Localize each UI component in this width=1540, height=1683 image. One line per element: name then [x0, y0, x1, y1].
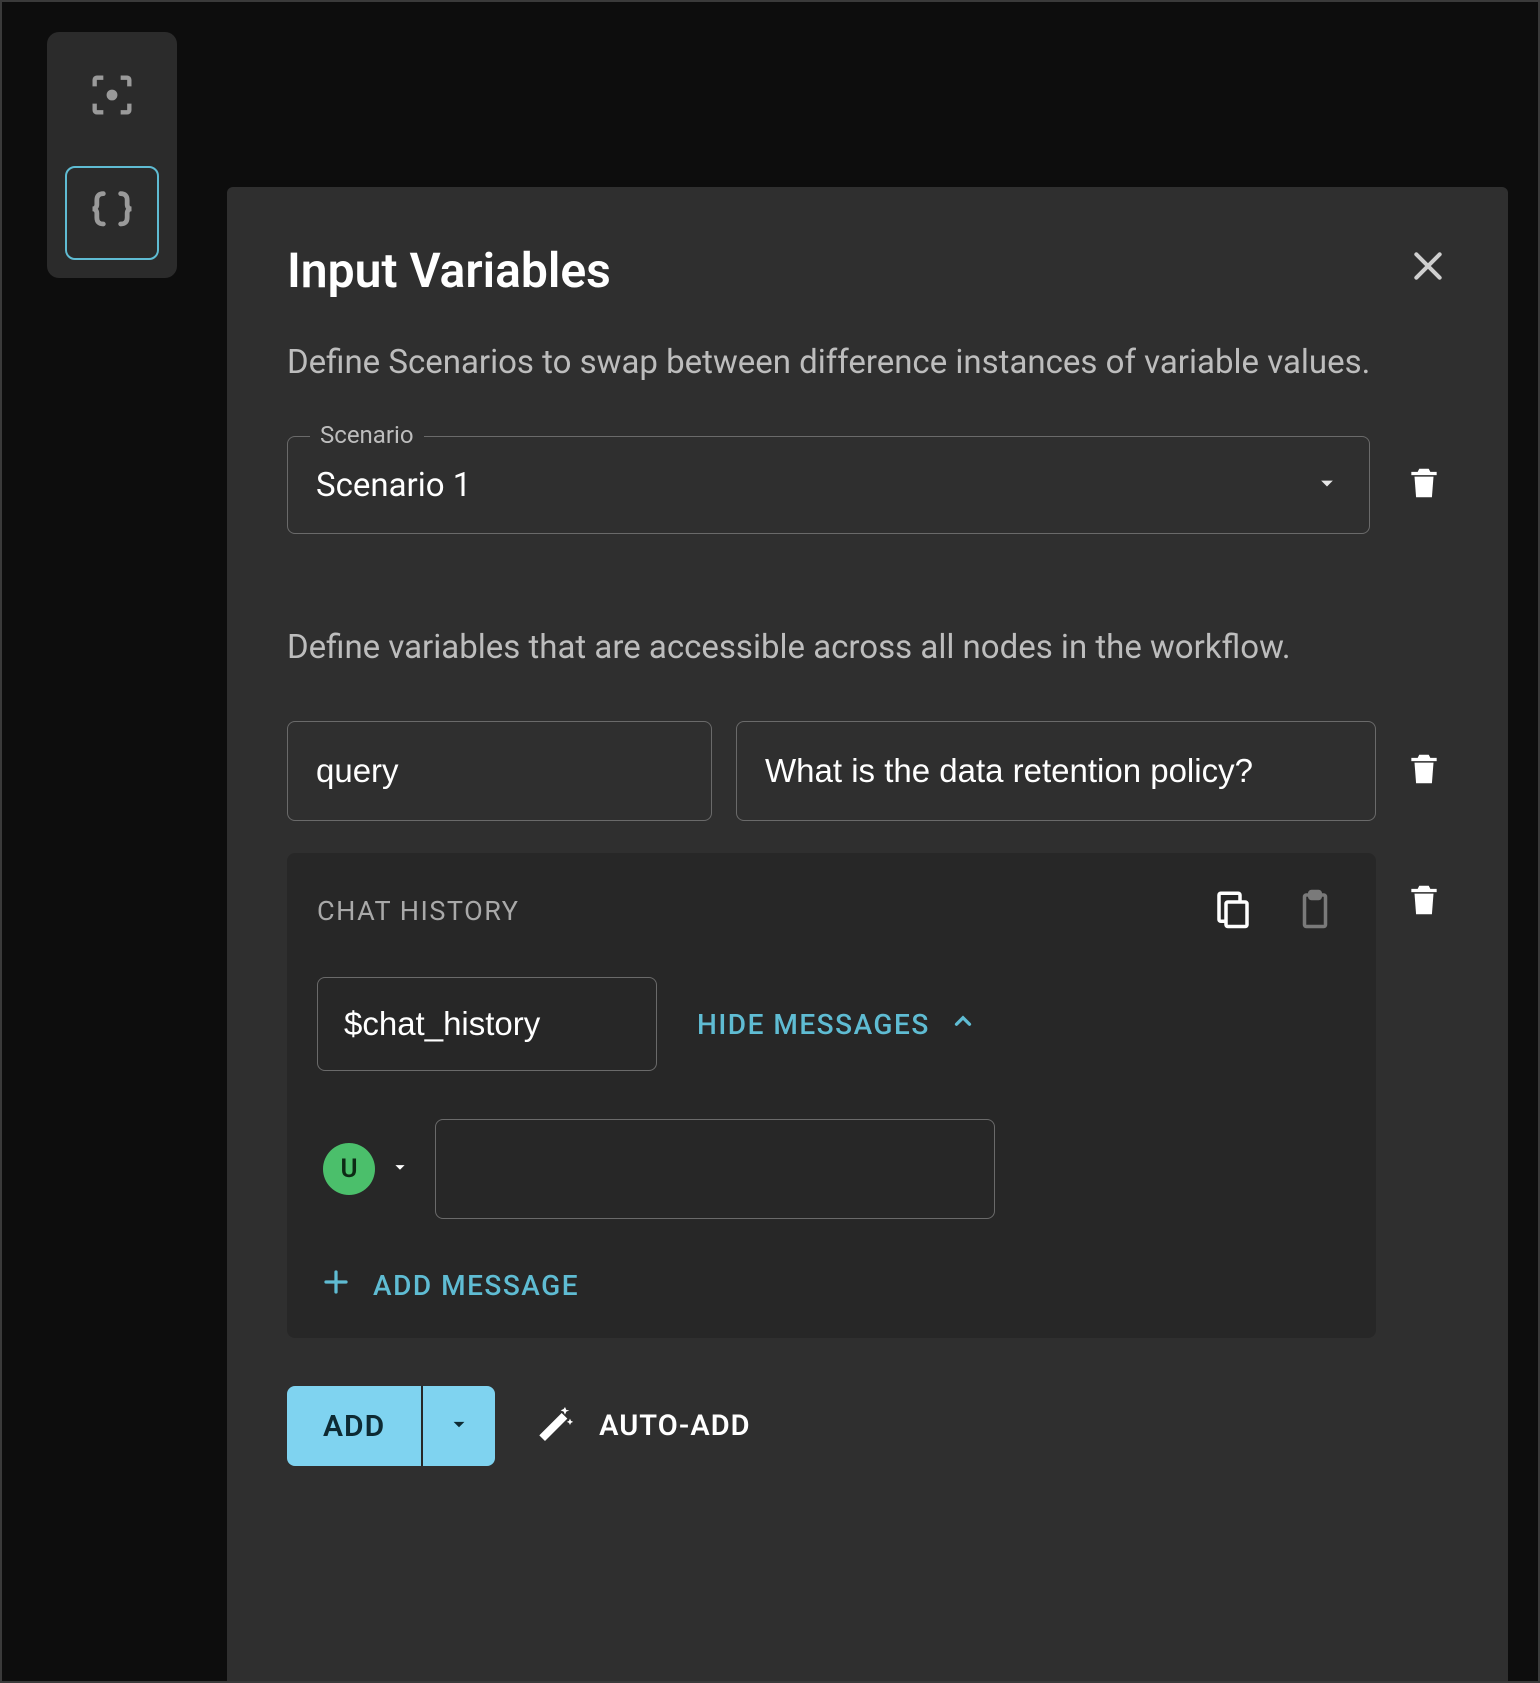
close-button[interactable] — [1408, 246, 1448, 290]
delete-chat-variable-button[interactable] — [1400, 879, 1448, 925]
chevron-down-icon — [389, 1156, 411, 1182]
add-dropdown-button[interactable] — [423, 1386, 495, 1466]
chat-variable-row: HIDE MESSAGES — [317, 977, 1346, 1071]
scenario-row: Scenario Scenario 1 — [287, 436, 1448, 534]
variables-tool-button[interactable] — [65, 166, 159, 260]
scenario-select[interactable]: Scenario Scenario 1 — [287, 436, 1370, 534]
message-row: U — [317, 1119, 1346, 1219]
side-toolbar — [47, 32, 177, 278]
role-selector[interactable]: U — [323, 1143, 411, 1195]
role-avatar: U — [323, 1143, 375, 1195]
trash-icon — [1405, 462, 1443, 508]
variable-name-input[interactable] — [287, 721, 712, 821]
braces-icon — [86, 185, 138, 241]
magic-wand-icon — [535, 1402, 575, 1450]
chevron-up-icon — [950, 1008, 976, 1041]
chat-variable-input[interactable] — [317, 977, 657, 1071]
chevron-down-icon — [1313, 469, 1341, 501]
panel-title: Input Variables — [287, 242, 611, 299]
focus-tool-button[interactable] — [65, 50, 159, 144]
add-button-label: ADD — [323, 1409, 385, 1444]
chat-history-row: CHAT HISTORY — [287, 853, 1448, 1338]
auto-add-label: AUTO-ADD — [599, 1409, 750, 1443]
hide-messages-label: HIDE MESSAGES — [697, 1008, 930, 1041]
input-variables-panel: Input Variables Define Scenarios to swap… — [227, 187, 1508, 1681]
chevron-down-icon — [446, 1411, 472, 1441]
chat-history-actions — [1212, 885, 1336, 937]
close-icon — [1408, 271, 1448, 290]
variable-row — [287, 721, 1448, 821]
footer-row: ADD AUTO-ADD — [287, 1386, 1448, 1466]
copy-button[interactable] — [1212, 885, 1254, 937]
app-frame: Input Variables Define Scenarios to swap… — [0, 0, 1540, 1683]
trash-icon — [1405, 879, 1443, 925]
clipboard-icon — [1294, 918, 1336, 937]
scenarios-description: Define Scenarios to swap between differe… — [287, 337, 1448, 388]
chat-history-block: CHAT HISTORY — [287, 853, 1376, 1338]
add-message-label: ADD MESSAGE — [373, 1269, 579, 1302]
add-split-button: ADD — [287, 1386, 495, 1466]
scenario-value: Scenario 1 — [316, 466, 1313, 505]
add-message-button[interactable]: ADD MESSAGE — [317, 1267, 1346, 1304]
variables-description: Define variables that are accessible acr… — [287, 622, 1448, 673]
add-button[interactable]: ADD — [287, 1386, 423, 1466]
delete-variable-button[interactable] — [1400, 748, 1448, 794]
focus-icon — [86, 69, 138, 125]
scenario-legend: Scenario — [310, 421, 424, 449]
copy-icon — [1212, 918, 1254, 937]
message-input[interactable] — [435, 1119, 995, 1219]
hide-messages-button[interactable]: HIDE MESSAGES — [697, 1008, 976, 1041]
panel-header: Input Variables — [287, 242, 1448, 299]
plus-icon — [321, 1267, 351, 1304]
paste-button[interactable] — [1294, 885, 1336, 937]
delete-scenario-button[interactable] — [1400, 462, 1448, 508]
chat-history-header: CHAT HISTORY — [317, 885, 1346, 937]
chat-history-label: CHAT HISTORY — [317, 895, 1212, 927]
auto-add-button[interactable]: AUTO-ADD — [535, 1402, 750, 1450]
trash-icon — [1405, 748, 1443, 794]
variable-value-input[interactable] — [736, 721, 1376, 821]
